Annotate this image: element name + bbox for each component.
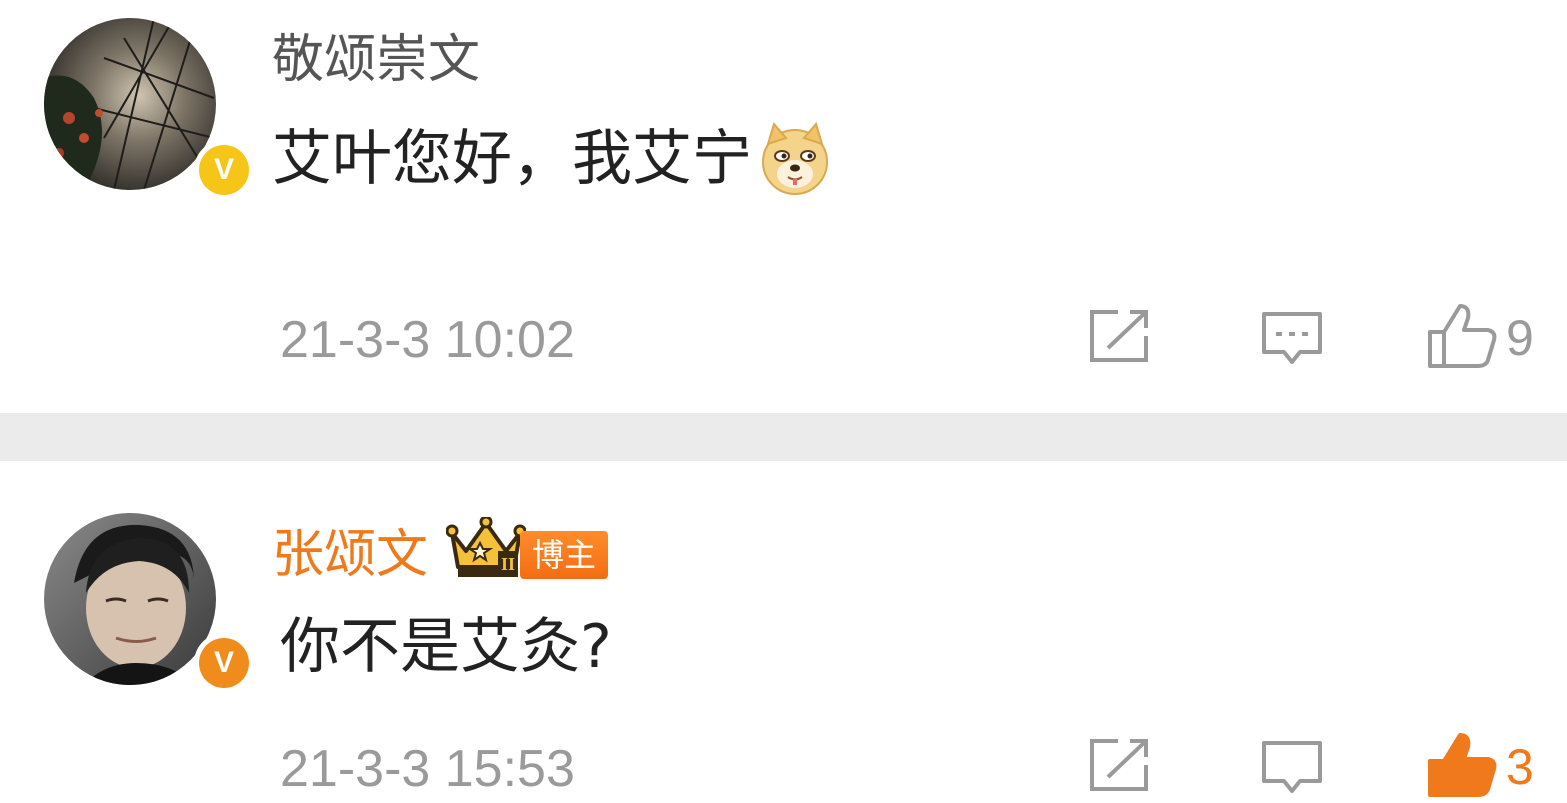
doge-emoji-icon — [758, 121, 832, 196]
comment-icon — [1260, 739, 1324, 801]
avatar[interactable]: V — [44, 18, 254, 200]
avatar-image — [44, 18, 216, 190]
svg-text:II: II — [501, 554, 515, 574]
avatar[interactable]: V — [44, 513, 254, 693]
like-count: 9 — [1506, 310, 1534, 366]
like-count: 3 — [1506, 739, 1534, 795]
comment-separator — [0, 413, 1567, 461]
comment-button[interactable] — [1260, 310, 1324, 372]
comment-text-content: 你不是艾灸? — [280, 612, 612, 682]
repost-icon — [1088, 308, 1152, 368]
username-row: 张颂文 II 博主 — [272, 515, 609, 592]
thumbs-up-icon — [1426, 302, 1498, 374]
repost-button[interactable] — [1088, 308, 1152, 368]
comment-button[interactable] — [1260, 739, 1324, 801]
timestamp: 21-3-3 15:53 — [280, 740, 575, 798]
verified-v-icon: V — [199, 145, 249, 195]
comment-text: 艾叶您好，我艾宁 — [272, 121, 832, 196]
verified-badge: V — [194, 633, 254, 693]
comment-text: 你不是艾灸? — [280, 611, 612, 683]
like-button[interactable]: 9 — [1426, 302, 1534, 374]
username[interactable]: 敬颂崇文 — [272, 30, 480, 90]
crown-icon: II — [445, 515, 527, 592]
comment-item: V 张颂文 II 博主 你不是艾灸? 21-3-3 15:53 3 — [0, 461, 1567, 798]
repost-icon — [1088, 737, 1152, 797]
verified-badge: V — [194, 140, 254, 200]
like-button[interactable]: 3 — [1426, 731, 1534, 803]
avatar-image — [44, 513, 216, 685]
comment-icon — [1260, 310, 1324, 372]
username[interactable]: 张颂文 — [272, 525, 428, 585]
blogger-label: 博主 — [520, 530, 609, 579]
repost-button[interactable] — [1088, 737, 1152, 797]
comment-text-content: 艾叶您好，我艾宁 — [272, 124, 752, 194]
blogger-badge[interactable]: II 博主 — [445, 515, 609, 592]
timestamp: 21-3-3 10:02 — [280, 311, 575, 369]
thumbs-up-icon — [1426, 731, 1498, 803]
comment-item: V 敬颂崇文 艾叶您好，我艾宁 21-3-3 10:02 9 — [0, 0, 1567, 413]
verified-v-icon: V — [199, 638, 249, 688]
